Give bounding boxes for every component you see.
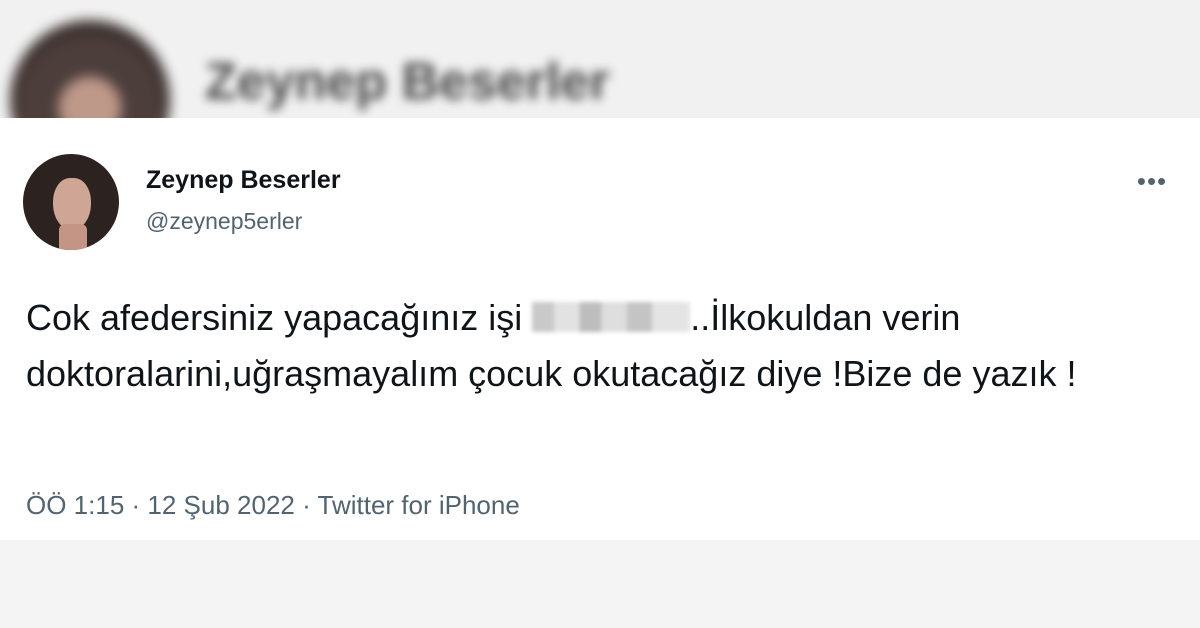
avatar[interactable] (23, 154, 119, 250)
tweet-meta: ÖÖ 1:15 · 12 Şub 2022 · Twitter for iPho… (26, 490, 520, 521)
redacted-word (532, 302, 691, 332)
blurred-background-bottom (0, 540, 1200, 628)
display-name[interactable]: Zeynep Beserler (146, 166, 341, 195)
user-handle[interactable]: @zeynep5erler (146, 208, 302, 235)
tweet-source[interactable]: Twitter for iPhone (318, 490, 520, 520)
blurred-display-name: Zeynep Beserler (205, 53, 610, 111)
tweet-text: Cok afedersiniz yapacağınız işi ..İlkoku… (26, 290, 1186, 402)
blurred-background-top: Zeynep Beserler (0, 0, 1200, 180)
tweet-text-part1: Cok afedersiniz yapacağınız işi (26, 297, 533, 338)
tweet-time[interactable]: ÖÖ 1:15 (26, 490, 124, 520)
avatar-neck (59, 224, 87, 250)
meta-separator: · (294, 490, 318, 520)
meta-separator: · (124, 490, 148, 520)
avatar-face (53, 178, 91, 230)
more-dots-icon[interactable]: ••• (1130, 166, 1174, 196)
tweet-date[interactable]: 12 Şub 2022 (147, 490, 294, 520)
tweet-card: Zeynep Beserler @zeynep5erler ••• Cok af… (0, 118, 1200, 540)
